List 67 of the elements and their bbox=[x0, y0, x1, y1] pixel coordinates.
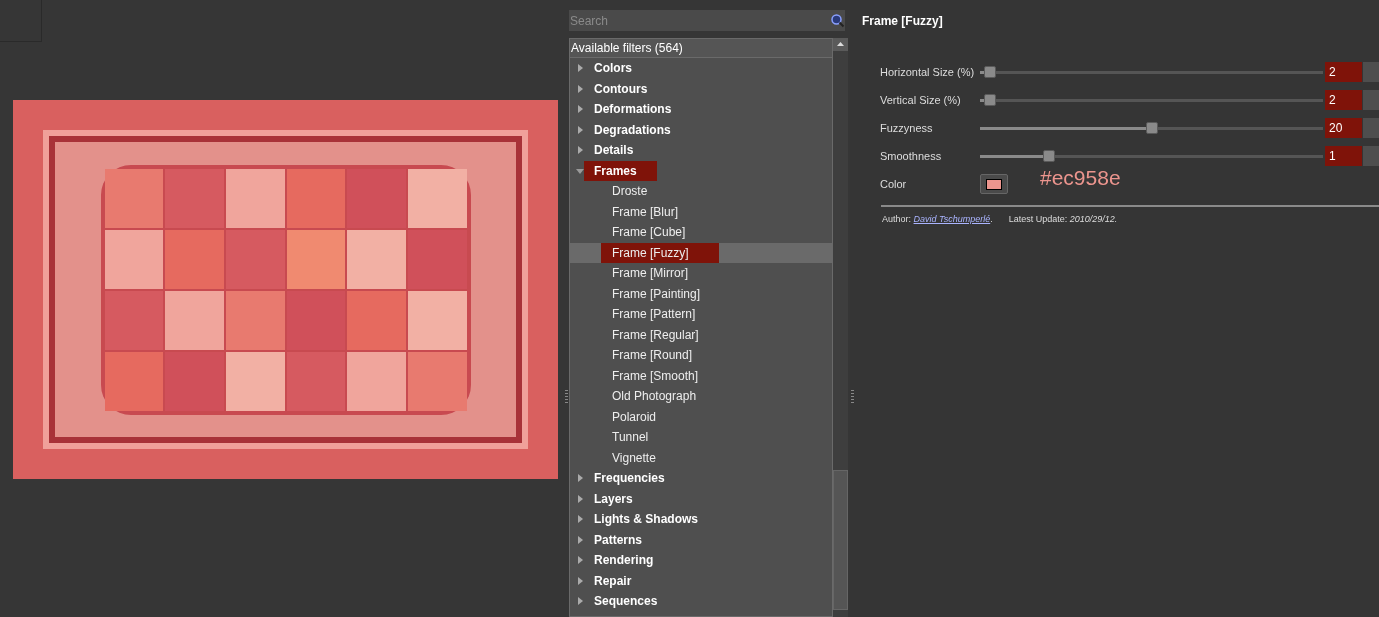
collapsed-arrow-icon[interactable] bbox=[576, 125, 584, 134]
value-field[interactable]: 1 bbox=[1325, 146, 1362, 166]
filter-category[interactable]: Rendering bbox=[594, 550, 654, 571]
slider-thumb[interactable] bbox=[984, 65, 997, 78]
param-label: Smoothness bbox=[880, 148, 943, 164]
param-label: Horizontal Size (%) bbox=[880, 64, 976, 80]
list-header[interactable]: Available filters (564) bbox=[570, 39, 832, 58]
collapsed-arrow-icon[interactable] bbox=[576, 84, 584, 93]
filter-item[interactable]: Frame [Painting] bbox=[612, 283, 701, 304]
filter-item[interactable]: Old Photograph bbox=[612, 386, 697, 407]
collapsed-arrow-icon[interactable] bbox=[576, 105, 584, 114]
collapsed-arrow-icon[interactable] bbox=[576, 494, 584, 503]
value-field[interactable]: 20 bbox=[1325, 118, 1362, 138]
search-field[interactable]: Search bbox=[569, 10, 830, 31]
param-label: Fuzzyness bbox=[880, 120, 934, 136]
filter-item[interactable]: Frame [Fuzzy] bbox=[601, 242, 719, 263]
collapsed-arrow-icon[interactable] bbox=[576, 556, 584, 565]
param-label: Color bbox=[880, 176, 908, 192]
filter-item[interactable]: Polaroid bbox=[612, 406, 657, 427]
filter-category[interactable]: Sequences bbox=[594, 591, 658, 612]
color-button[interactable] bbox=[980, 174, 1008, 194]
filter-category[interactable]: Contours bbox=[594, 78, 648, 99]
collapsed-arrow-icon[interactable] bbox=[576, 474, 584, 483]
filter-item[interactable]: Frame [Round] bbox=[612, 345, 693, 366]
filter-item[interactable]: Frame [Smooth] bbox=[612, 365, 699, 386]
scrollbar[interactable] bbox=[833, 38, 848, 617]
filter-item[interactable]: Frame [Cube] bbox=[612, 222, 686, 243]
filter-item[interactable]: Tunnel bbox=[612, 427, 649, 448]
filter-category[interactable]: Patterns bbox=[594, 529, 643, 550]
value-field[interactable]: 2 bbox=[1325, 90, 1362, 110]
latest-update: Latest Update: 2010/29/12. bbox=[1008, 213, 1118, 226]
slider-thumb[interactable] bbox=[1145, 121, 1158, 134]
filter-category[interactable]: Lights & Shadows bbox=[594, 509, 698, 530]
collapsed-arrow-icon[interactable] bbox=[576, 576, 584, 585]
author-credit: Author: David Tschumperlé. bbox=[882, 213, 993, 226]
filter-item[interactable]: Vignette bbox=[612, 447, 656, 468]
filter-item[interactable]: Frame [Blur] bbox=[612, 201, 678, 222]
filter-category[interactable]: Details bbox=[594, 140, 634, 161]
slider-thumb[interactable] bbox=[1042, 149, 1055, 162]
filter-item[interactable]: Frame [Regular] bbox=[612, 324, 699, 345]
filter-category[interactable]: Layers bbox=[594, 488, 633, 509]
filter-category[interactable]: Frames bbox=[584, 160, 657, 181]
color-annotation: #ec958e bbox=[1040, 165, 1121, 192]
grip-icon[interactable] bbox=[565, 390, 568, 404]
filter-category[interactable]: Degradations bbox=[594, 119, 671, 140]
collapsed-arrow-icon[interactable] bbox=[576, 64, 584, 73]
filter-category[interactable]: Deformations bbox=[594, 99, 672, 120]
param-label: Vertical Size (%) bbox=[880, 92, 962, 108]
expanded-arrow-icon[interactable] bbox=[576, 166, 584, 175]
filter-category[interactable]: Frequencies bbox=[594, 468, 665, 489]
search-icon bbox=[830, 10, 845, 31]
collapsed-arrow-icon[interactable] bbox=[576, 515, 584, 524]
grip-icon[interactable] bbox=[851, 390, 854, 404]
filter-category[interactable]: Repair bbox=[594, 570, 632, 591]
scroll-up-icon[interactable] bbox=[833, 38, 848, 51]
scrollbar-thumb[interactable] bbox=[833, 470, 848, 610]
collapsed-arrow-icon[interactable] bbox=[576, 535, 584, 544]
filter-item[interactable]: Droste bbox=[612, 181, 648, 202]
filter-title: Frame [Fuzzy] bbox=[862, 13, 944, 29]
filter-item[interactable]: Frame [Pattern] bbox=[612, 304, 696, 325]
collapsed-arrow-icon[interactable] bbox=[576, 597, 584, 606]
filter-item[interactable]: Frame [Mirror] bbox=[612, 263, 688, 284]
slider-thumb[interactable] bbox=[984, 93, 997, 106]
collapsed-arrow-icon[interactable] bbox=[576, 146, 584, 155]
filter-category[interactable]: Colors bbox=[594, 58, 632, 79]
value-field[interactable]: 2 bbox=[1325, 62, 1362, 82]
author-link[interactable]: David Tschumperlé bbox=[913, 214, 991, 224]
